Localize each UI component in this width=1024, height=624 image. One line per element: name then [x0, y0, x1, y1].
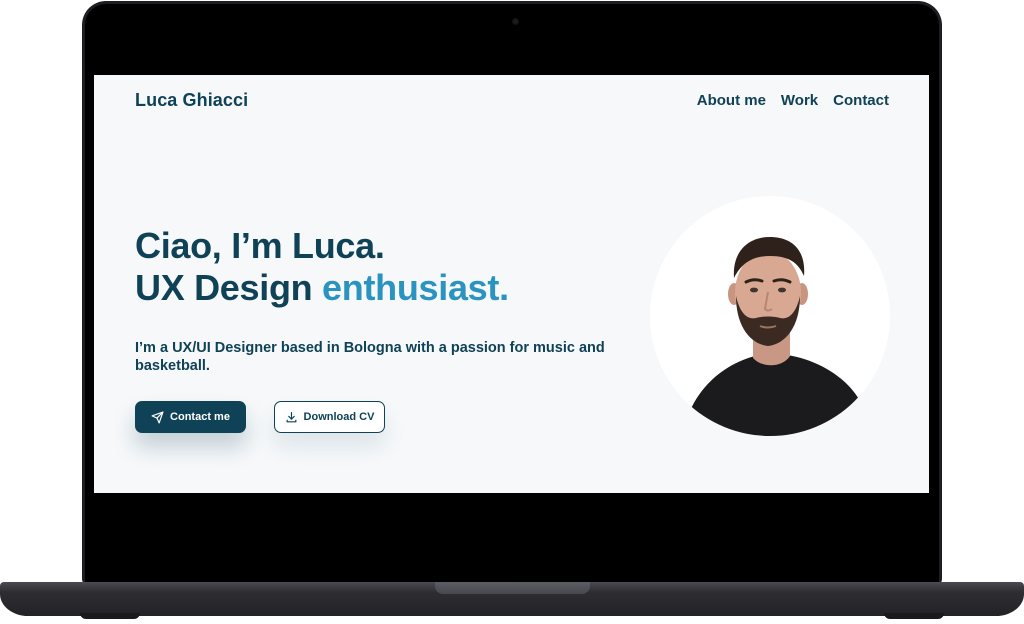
main-nav: About me Work Contact [697, 92, 889, 109]
nav-link-work[interactable]: Work [781, 92, 818, 109]
hero-headline: Ciao, I’m Luca. UX Design enthusiast. [135, 225, 509, 309]
hero-accent-word: enthusiast. [322, 267, 509, 308]
website-screen: Luca Ghiacci About me Work Contact Ciao,… [94, 75, 929, 493]
profile-photo [650, 196, 890, 436]
portrait-illustration [675, 236, 875, 436]
camera-icon [513, 19, 518, 24]
hero-line-1: Ciao, I’m Luca. [135, 225, 385, 266]
laptop-foot-left [80, 613, 140, 619]
download-icon [285, 411, 298, 424]
contact-me-label: Contact me [170, 411, 230, 423]
hero-line-2: UX Design [135, 267, 323, 308]
download-cv-label: Download CV [303, 411, 375, 423]
nav-link-contact[interactable]: Contact [833, 92, 889, 109]
send-icon [151, 410, 164, 424]
laptop-notch [435, 582, 590, 594]
download-cv-button[interactable]: Download CV [274, 401, 385, 433]
laptop-foot-right [884, 613, 944, 619]
laptop-mockup: Luca Ghiacci About me Work Contact Ciao,… [0, 0, 1024, 624]
contact-me-button[interactable]: Contact me [135, 401, 246, 433]
nav-link-about[interactable]: About me [697, 92, 766, 109]
site-brand[interactable]: Luca Ghiacci [135, 90, 248, 111]
hero-subtitle: I’m a UX/UI Designer based in Bologna wi… [135, 340, 605, 374]
